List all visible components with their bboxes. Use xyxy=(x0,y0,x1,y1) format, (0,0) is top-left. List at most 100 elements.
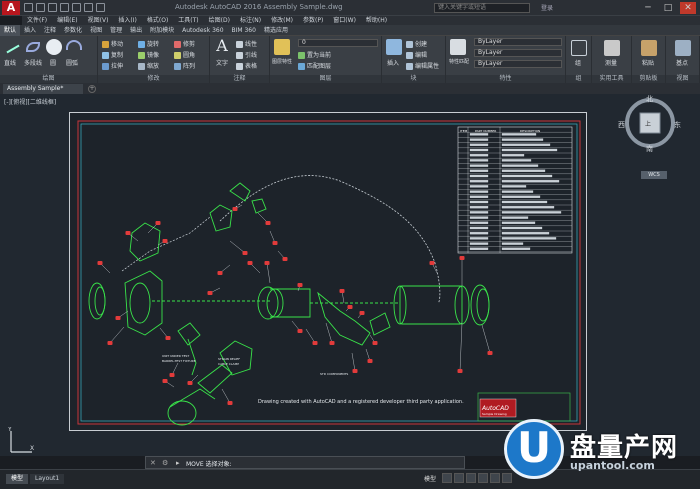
scale-label: 缩放 xyxy=(147,63,160,70)
match-properties-button[interactable]: 特性匹配 xyxy=(449,58,469,65)
menu-modify[interactable]: 修改(M) xyxy=(266,16,298,25)
table-button[interactable]: 表格 xyxy=(236,61,257,70)
snap-icon[interactable] xyxy=(454,473,465,483)
undo-icon[interactable] xyxy=(84,3,93,12)
match-layer-label: 匹配图层 xyxy=(307,63,332,70)
menu-edit[interactable]: 编辑(E) xyxy=(52,16,82,25)
group-icon xyxy=(571,40,587,56)
layer-dropdown[interactable]: 0 xyxy=(298,39,378,47)
block-panel: 插入 创建 编辑 编辑属性 块 xyxy=(382,36,446,83)
menu-draw[interactable]: 绘图(D) xyxy=(204,16,235,25)
rotate-button[interactable]: 旋转 xyxy=(138,39,159,48)
menu-file[interactable]: 文件(F) xyxy=(22,16,52,25)
text-button[interactable]: 文字 xyxy=(216,58,228,67)
lineweight-dropdown[interactable]: ByLayer xyxy=(474,60,562,68)
menu-format[interactable]: 格式(O) xyxy=(142,16,173,25)
tab-view[interactable]: 视图 xyxy=(86,25,106,36)
document-tab[interactable]: Assembly Sample* xyxy=(3,84,83,94)
fillet-button[interactable]: 圆角 xyxy=(174,50,195,59)
menu-insert[interactable]: 插入(I) xyxy=(113,16,141,25)
viewcube-north[interactable]: 北 xyxy=(646,94,653,104)
maximize-button[interactable]: □ xyxy=(660,2,676,14)
menu-view[interactable]: 视图(V) xyxy=(83,16,114,25)
sign-in-button[interactable]: 登录 xyxy=(541,3,581,13)
tab-manage[interactable]: 管理 xyxy=(106,25,126,36)
tab-bim360[interactable]: BIM 360 xyxy=(228,25,260,36)
leader-button[interactable]: 引线 xyxy=(236,50,257,59)
command-close-icon[interactable]: ✕ xyxy=(150,459,156,467)
insert-block-button[interactable]: 插入 xyxy=(387,58,399,67)
command-settings-icon[interactable]: ⚙ xyxy=(162,459,168,467)
scale-button[interactable]: 缩放 xyxy=(138,61,159,70)
copy-button[interactable]: 复制 xyxy=(102,50,123,59)
tab-featured-apps[interactable]: 精选应用 xyxy=(260,25,292,36)
drawing-viewport[interactable]: [-][俯视][二维线框] ITEM PART NUMBER DESCRIPTI… xyxy=(0,94,700,456)
menu-dimension[interactable]: 标注(N) xyxy=(235,16,266,25)
tab-addins[interactable]: 附加模块 xyxy=(146,25,178,36)
save-as-icon[interactable] xyxy=(60,3,69,12)
new-file-icon[interactable] xyxy=(24,3,33,12)
tab-insert[interactable]: 插入 xyxy=(20,25,40,36)
autocad-logo-icon[interactable]: A xyxy=(2,1,20,15)
callout-bubble xyxy=(282,257,288,261)
layer-properties-button[interactable]: 图层特性 xyxy=(272,58,292,65)
tab-parametric[interactable]: 参数化 xyxy=(60,25,86,36)
line-button[interactable]: 直线 xyxy=(4,58,16,67)
command-input[interactable]: MOVE 选择对象: xyxy=(186,459,232,468)
tab-layout1[interactable]: Layout1 xyxy=(30,474,65,484)
match-layer-button[interactable]: 匹配图层 xyxy=(298,61,331,70)
paste-button[interactable]: 粘贴 xyxy=(642,58,654,67)
viewcube-top[interactable]: 上 xyxy=(645,119,651,128)
color-dropdown[interactable]: ByLayer xyxy=(474,38,562,46)
array-button[interactable]: 阵列 xyxy=(174,61,195,70)
viewcube-east[interactable]: 东 xyxy=(674,120,681,130)
linear-dimension-button[interactable]: 线性 xyxy=(236,39,257,48)
mirror-label: 镜像 xyxy=(147,52,160,59)
minimize-button[interactable]: ─ xyxy=(640,2,656,14)
make-current-button[interactable]: 置为当前 xyxy=(298,50,331,59)
callout-bubble xyxy=(372,341,378,345)
save-icon[interactable] xyxy=(48,3,57,12)
measure-button[interactable]: 测量 xyxy=(605,58,617,67)
tab-output[interactable]: 输出 xyxy=(126,25,146,36)
tab-model[interactable]: 模型 xyxy=(6,474,29,484)
open-file-icon[interactable] xyxy=(36,3,45,12)
trim-button[interactable]: 修剪 xyxy=(174,39,195,48)
arc-button[interactable]: 圆弧 xyxy=(66,58,78,67)
circle-button[interactable]: 圆 xyxy=(50,58,56,67)
mirror-icon xyxy=(138,52,145,59)
base-view-button[interactable]: 基点 xyxy=(676,58,688,67)
viewcube-west[interactable]: 西 xyxy=(618,120,625,130)
ortho-icon[interactable] xyxy=(466,473,477,483)
status-model[interactable]: 模型 xyxy=(424,476,436,483)
menu-tools[interactable]: 工具(T) xyxy=(173,16,203,25)
close-button[interactable]: ✕ xyxy=(680,2,696,14)
linetype-dropdown[interactable]: ByLayer xyxy=(474,49,562,57)
new-tab-button[interactable]: + xyxy=(88,85,96,93)
callout-leader xyxy=(221,388,231,404)
grid-icon[interactable] xyxy=(442,473,453,483)
tab-a360[interactable]: Autodesk 360 xyxy=(178,25,227,36)
menu-parametric[interactable]: 参数(P) xyxy=(298,16,328,25)
command-bar[interactable]: ✕ ⚙ ▸ MOVE 选择对象: xyxy=(145,456,465,469)
mirror-button[interactable]: 镜像 xyxy=(138,50,159,59)
edit-block-button[interactable]: 编辑 xyxy=(406,50,427,59)
polyline-button[interactable]: 多段线 xyxy=(24,58,42,67)
viewcube-south[interactable]: 南 xyxy=(646,144,653,154)
base-view-icon xyxy=(675,40,691,56)
group-button[interactable]: 组 xyxy=(575,58,581,67)
tab-home[interactable]: 默认 xyxy=(0,25,21,36)
create-block-button[interactable]: 创建 xyxy=(406,39,427,48)
tab-annotate[interactable]: 注释 xyxy=(40,25,60,36)
menu-window[interactable]: 窗口(W) xyxy=(328,16,361,25)
edit-attributes-button[interactable]: 编辑属性 xyxy=(406,61,439,70)
print-icon[interactable] xyxy=(72,3,81,12)
wcs-menu[interactable]: WCS xyxy=(641,171,667,179)
redo-icon[interactable] xyxy=(96,3,105,12)
move-button[interactable]: 移动 xyxy=(102,39,123,48)
search-input[interactable]: 键入关键字或短语 xyxy=(434,3,530,13)
stretch-button[interactable]: 拉伸 xyxy=(102,61,123,70)
menu-help[interactable]: 帮助(H) xyxy=(361,16,392,25)
polar-icon[interactable] xyxy=(478,473,489,483)
viewport-controls[interactable]: [-][俯视][二维线框] xyxy=(4,97,56,106)
